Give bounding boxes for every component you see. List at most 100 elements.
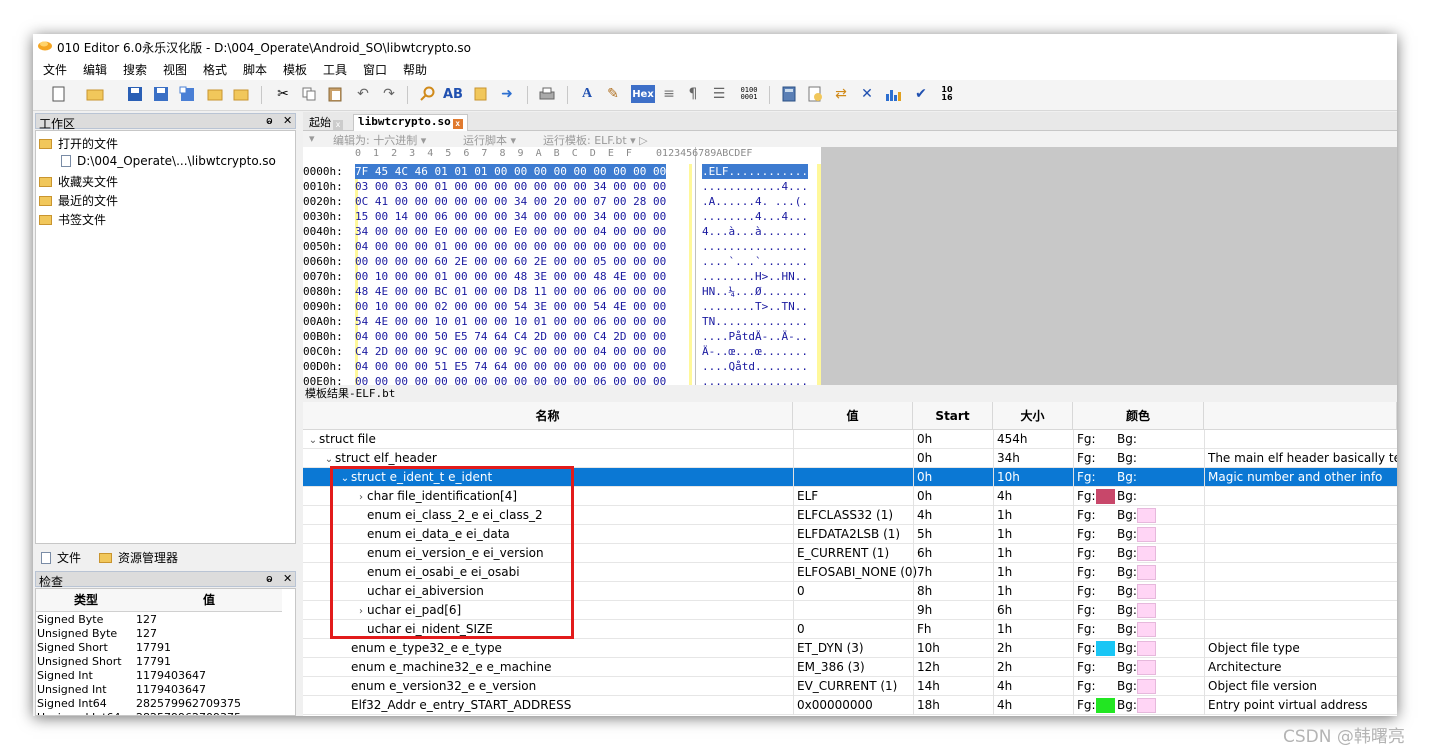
- template-row[interactable]: enum e_version32_e e_version EV_CURRENT (…: [303, 677, 1397, 696]
- font-icon[interactable]: A: [577, 84, 597, 104]
- hex-row[interactable]: 0090h: 00 10 00 00 02 00 00 00 54 3E 00 0…: [303, 299, 821, 314]
- highlight-icon[interactable]: ✎: [603, 84, 623, 104]
- tab-start[interactable]: 起始 x: [305, 114, 347, 130]
- menu-item[interactable]: 搜索: [123, 61, 147, 78]
- hex-bytes[interactable]: 00 00 00 00 60 2E 00 00 60 2E 00 00 05 0…: [355, 254, 666, 269]
- bg-color-swatch[interactable]: [1137, 527, 1156, 542]
- inspector-value[interactable]: 127: [136, 627, 157, 641]
- hex-ascii[interactable]: Ä-..œ...œ.......: [702, 344, 808, 359]
- template-row[interactable]: Elf32_Addr e_entry_START_ADDRESS 0x000000…: [303, 696, 1397, 715]
- template-icon[interactable]: [805, 84, 825, 104]
- bookmarks-node[interactable]: 书签文件: [39, 211, 106, 228]
- hex-bytes[interactable]: 00 10 00 00 02 00 00 00 54 3E 00 00 54 4…: [355, 299, 666, 314]
- hex-row[interactable]: 00D0h: 04 00 00 00 51 E5 74 64 00 00 00 0…: [303, 359, 821, 374]
- pin-icon[interactable]: ⱺ: [266, 572, 273, 585]
- run-template-dropdown[interactable]: 运行模板: ELF.bt ▾ ▷: [543, 132, 648, 148]
- col-color-header[interactable]: 颜色: [1073, 402, 1204, 430]
- template-row[interactable]: ⌄ struct file 0h 454h Fg: Bg:: [303, 430, 1397, 449]
- hex-row[interactable]: 0010h: 03 00 03 00 01 00 00 00 00 00 00 0…: [303, 179, 821, 194]
- hex-bytes[interactable]: 0C 41 00 00 00 00 00 00 34 00 20 00 07 0…: [355, 194, 666, 209]
- menu-item[interactable]: 窗口: [363, 61, 387, 78]
- paragraph-icon[interactable]: ¶: [683, 84, 703, 104]
- inspector-value[interactable]: 17791: [136, 655, 171, 669]
- template-row[interactable]: enum e_type32_e e_type ET_DYN (3) 10h 2h Fg:…: [303, 639, 1397, 658]
- bg-color-swatch[interactable]: [1137, 660, 1156, 675]
- menu-item[interactable]: 编辑: [83, 61, 107, 78]
- bg-color-swatch[interactable]: [1137, 565, 1156, 580]
- fg-color-swatch[interactable]: [1096, 641, 1115, 656]
- hex-ascii[interactable]: ............4...: [702, 179, 808, 194]
- hex-row[interactable]: 0000h: 7F 45 4C 46 01 01 01 00 00 00 00 0…: [303, 164, 821, 179]
- fg-color-swatch[interactable]: [1096, 489, 1115, 504]
- print-icon[interactable]: [537, 84, 557, 104]
- col-value-header[interactable]: 值: [793, 402, 913, 430]
- text-mode-icon[interactable]: ≡: [659, 84, 679, 104]
- hex-bytes[interactable]: 04 00 00 00 50 E5 74 64 C4 2D 00 00 C4 2…: [355, 329, 666, 344]
- hex-ascii[interactable]: ....`...`.......: [702, 254, 808, 269]
- hex-row[interactable]: 0030h: 15 00 14 00 06 00 00 00 34 00 00 0…: [303, 209, 821, 224]
- bg-color-swatch[interactable]: [1137, 698, 1156, 713]
- find-in-files-icon[interactable]: [471, 84, 491, 104]
- hex-ascii[interactable]: TN..............: [702, 314, 808, 329]
- pin-icon[interactable]: ⱺ: [266, 114, 273, 127]
- hex-ascii[interactable]: ....PåtdÄ-..Ä-..: [702, 329, 808, 344]
- replace-icon[interactable]: AB: [443, 84, 463, 104]
- collapse-icon[interactable]: ▾: [309, 132, 315, 145]
- inspector-value[interactable]: 17791: [136, 641, 171, 655]
- col-start-header[interactable]: Start: [913, 402, 993, 430]
- close-icon[interactable]: ✕: [283, 572, 292, 585]
- menu-item[interactable]: 格式: [203, 61, 227, 78]
- menu-item[interactable]: 模板: [283, 61, 307, 78]
- hex-row[interactable]: 0050h: 04 00 00 00 01 00 00 00 00 00 00 0…: [303, 239, 821, 254]
- menu-item[interactable]: 帮助: [403, 61, 427, 78]
- close-all-icon[interactable]: [231, 84, 251, 104]
- bg-color-swatch[interactable]: [1137, 641, 1156, 656]
- menu-item[interactable]: 文件: [43, 61, 67, 78]
- histogram-icon[interactable]: [883, 84, 903, 104]
- hex-editor[interactable]: 0 1 2 3 4 5 6 7 8 9 A B C D E F 01234567…: [303, 147, 1397, 385]
- cut-icon[interactable]: ✂: [273, 84, 293, 104]
- open-files-node[interactable]: 打开的文件: [39, 135, 118, 152]
- hex-row[interactable]: 0070h: 00 10 00 00 01 00 00 00 48 3E 00 0…: [303, 269, 821, 284]
- hex-ascii[interactable]: .ELF............: [702, 164, 808, 179]
- save-all-icon[interactable]: [177, 84, 197, 104]
- hex-bytes[interactable]: 48 4E 00 00 BC 01 00 00 D8 11 00 00 06 0…: [355, 284, 666, 299]
- hex-bytes[interactable]: 00 10 00 00 01 00 00 00 48 3E 00 00 48 4…: [355, 269, 666, 284]
- redo-icon[interactable]: ↷: [379, 84, 399, 104]
- inspector-value[interactable]: 127: [136, 613, 157, 627]
- hex-ascii[interactable]: ........H>..HN..: [702, 269, 808, 284]
- fg-color-swatch[interactable]: [1096, 698, 1115, 713]
- hex-panel[interactable]: 0 1 2 3 4 5 6 7 8 9 A B C D E F 01234567…: [303, 147, 821, 385]
- hex-row[interactable]: 0060h: 00 00 00 00 60 2E 00 00 60 2E 00 0…: [303, 254, 821, 269]
- inspector-value[interactable]: 282579962709375: [136, 697, 241, 711]
- close-tab-icon[interactable]: x: [333, 120, 343, 130]
- hex-bytes[interactable]: 54 4E 00 00 10 01 00 00 10 01 00 00 06 0…: [355, 314, 666, 329]
- close-tab-icon[interactable]: x: [452, 119, 463, 129]
- paste-icon[interactable]: [325, 84, 345, 104]
- bg-color-swatch[interactable]: [1137, 546, 1156, 561]
- base-convert-button[interactable]: 10 16: [937, 84, 957, 104]
- find-icon[interactable]: [417, 84, 437, 104]
- hex-ascii[interactable]: ................: [702, 239, 808, 254]
- tab-explorer[interactable]: 资源管理器: [99, 549, 178, 566]
- favorites-node[interactable]: 收藏夹文件: [39, 173, 118, 190]
- hex-bytes[interactable]: 34 00 00 00 E0 00 00 00 E0 00 00 00 04 0…: [355, 224, 666, 239]
- chevron-down-icon[interactable]: ⌄: [307, 431, 319, 449]
- bg-color-swatch[interactable]: [1137, 679, 1156, 694]
- hex-ascii[interactable]: ........T>..TN..: [702, 299, 808, 314]
- save-as-icon[interactable]: [151, 84, 171, 104]
- hex-bytes[interactable]: 15 00 14 00 06 00 00 00 34 00 00 00 34 0…: [355, 209, 666, 224]
- hex-ascii[interactable]: 4...à...à.......: [702, 224, 808, 239]
- open-file-item[interactable]: D:\004_Operate\...\libwtcrypto.so: [61, 154, 276, 168]
- hex-row[interactable]: 00A0h: 54 4E 00 00 10 01 00 00 10 01 00 0…: [303, 314, 821, 329]
- hex-row[interactable]: 00C0h: C4 2D 00 00 9C 00 00 00 9C 00 00 0…: [303, 344, 821, 359]
- inspector-value[interactable]: 282579962709375: [136, 711, 241, 715]
- menu-item[interactable]: 视图: [163, 61, 187, 78]
- hex-ascii[interactable]: ....Qåtd........: [702, 359, 808, 374]
- undo-icon[interactable]: ↶: [353, 84, 373, 104]
- close-file-icon[interactable]: [205, 84, 225, 104]
- hex-ascii[interactable]: .A......4. ...(.: [702, 194, 808, 209]
- hex-bytes[interactable]: 04 00 00 00 51 E5 74 64 00 00 00 00 00 0…: [355, 359, 666, 374]
- hex-row[interactable]: 0020h: 0C 41 00 00 00 00 00 00 34 00 20 0…: [303, 194, 821, 209]
- open-folder-icon[interactable]: [85, 84, 105, 104]
